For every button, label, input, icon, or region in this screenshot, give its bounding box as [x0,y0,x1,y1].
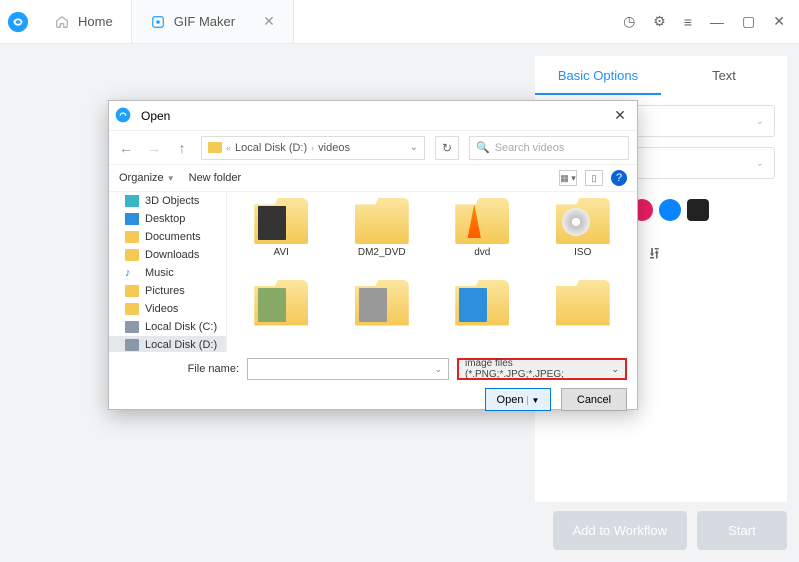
tree-documents[interactable]: Documents [109,228,226,246]
cancel-button[interactable]: Cancel [561,388,627,411]
tab-close-icon[interactable]: ✕ [263,13,275,30]
swatch-blue[interactable] [659,199,681,221]
tree-music[interactable]: ♪Music [109,264,226,282]
flip-vertical-icon[interactable]: ⭿ [649,243,659,270]
view-mode-button[interactable]: ▦ ▾ [559,170,577,186]
tree-pictures[interactable]: Pictures [109,282,226,300]
folder-dvd[interactable]: dvd [436,198,529,276]
swatch-black[interactable] [687,199,709,221]
search-placeholder: Search videos [495,142,565,154]
chevron-down-icon: ⌄ [611,364,619,375]
folder-iso[interactable]: ISO [537,198,630,276]
crumb-2[interactable]: videos [318,142,350,154]
tab-home-label: Home [78,14,113,29]
maximize-button[interactable]: ▢ [742,13,755,30]
tab-text[interactable]: Text [661,56,787,95]
tree-local-d[interactable]: Local Disk (D:) [109,336,226,352]
help-button[interactable]: ? [611,170,627,186]
nav-up-button[interactable]: ↑ [173,140,191,156]
app-logo [0,0,36,43]
tree-desktop[interactable]: Desktop [109,210,226,228]
settings-icon[interactable]: ⚙ [653,13,666,30]
crumb-sep-icon: « [226,143,231,153]
crumb-dropdown-icon[interactable]: ⌄ [410,142,418,153]
open-file-dialog: Open ✕ ← → ↑ « Local Disk (D:) › videos … [108,100,638,410]
file-grid: AVI DM2_DVD dvd ISO [227,192,637,352]
menu-icon[interactable]: ≡ [684,14,692,30]
chevron-down-icon: ⌄ [756,116,764,127]
new-folder-button[interactable]: New folder [189,172,242,184]
close-button[interactable]: ✕ [773,13,785,30]
gif-icon [150,14,166,30]
organize-menu[interactable]: Organize ▼ [119,172,175,184]
tree-3d-objects[interactable]: 3D Objects [109,192,226,210]
tab-home[interactable]: Home [36,0,131,43]
preview-pane-button[interactable]: ▯ [585,170,603,186]
tab-gifmaker[interactable]: GIF Maker ✕ [131,0,294,43]
tree-downloads[interactable]: Downloads [109,246,226,264]
search-input[interactable]: 🔍 Search videos [469,136,629,160]
start-button[interactable]: Start [697,511,787,550]
filename-label: File name: [119,363,239,375]
folder-item[interactable] [336,280,429,347]
folder-dm2-dvd[interactable]: DM2_DVD [336,198,429,276]
nav-forward-button[interactable]: → [145,140,163,156]
breadcrumb[interactable]: « Local Disk (D:) › videos ⌄ [201,136,425,160]
filetype-value: image files (*.PNG;*.JPG;*.JPEG; [465,358,611,380]
minimize-button[interactable]: — [710,14,724,30]
filetype-select[interactable]: image files (*.PNG;*.JPG;*.JPEG; ⌄ [457,358,627,380]
dialog-title: Open [141,109,609,123]
open-button[interactable]: Open ▼ [485,388,551,411]
dialog-close-button[interactable]: ✕ [609,107,631,124]
folder-avi[interactable]: AVI [235,198,328,276]
dialog-app-icon [115,107,133,125]
crumb-sep-icon: › [311,143,314,153]
history-icon[interactable]: ◷ [623,13,635,30]
add-to-workflow-button[interactable]: Add to Workflow [553,511,687,550]
tree-videos[interactable]: Videos [109,300,226,318]
nav-back-button[interactable]: ← [117,140,135,156]
folder-tree: 3D Objects Desktop Documents Downloads ♪… [109,192,227,352]
filename-input[interactable]: ⌄ [247,358,449,380]
tab-basic-options[interactable]: Basic Options [535,56,661,95]
chevron-down-icon: ⌄ [756,158,764,169]
crumb-1[interactable]: Local Disk (D:) [235,142,307,154]
folder-item[interactable] [436,280,529,347]
tab-gifmaker-label: GIF Maker [174,14,235,29]
home-icon [54,14,70,30]
search-icon: 🔍 [476,141,490,154]
tree-local-c[interactable]: Local Disk (C:) [109,318,226,336]
folder-item[interactable] [235,280,328,347]
refresh-button[interactable]: ↻ [435,136,459,160]
folder-icon [208,142,222,153]
folder-item[interactable] [537,280,630,347]
